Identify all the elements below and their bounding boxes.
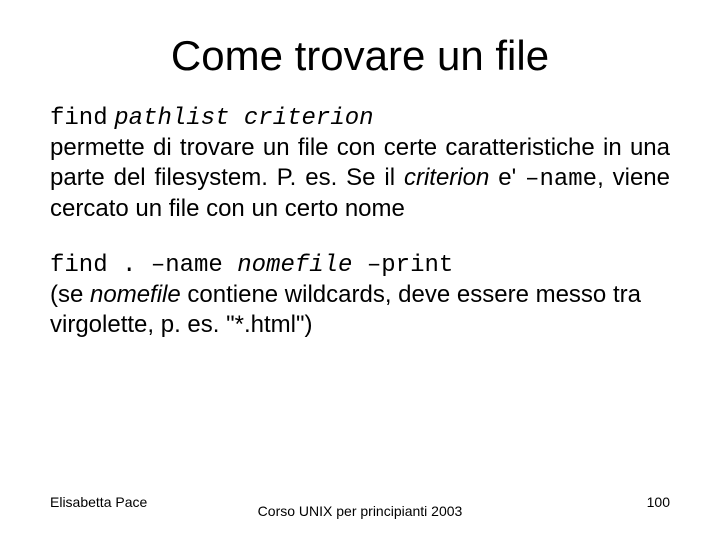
flag-name: –name [525,166,597,193]
criterion-word: criterion [404,164,489,191]
note-a: (se [50,281,90,308]
footer-course: Corso UNIX per principianti 2003 [0,503,720,520]
example-nomefile-1: nomefile [237,252,352,279]
slide-body: find pathlist criterion permette di trov… [0,102,720,339]
cmd-find: find [50,105,108,132]
paragraph-2: find . –name nomefile –print (se nomefil… [50,249,670,339]
footer-page-number: 100 [647,494,670,510]
slide-title: Come trovare un file [0,0,720,80]
cmd-args: pathlist criterion [114,105,373,132]
example-cmd-c: –print [352,252,453,279]
paragraph-1: find pathlist criterion permette di trov… [50,102,670,223]
example-cmd-a: find . –name [50,252,237,279]
desc-text-2: e' [489,164,525,191]
example-nomefile-2: nomefile [90,281,181,308]
slide: Come trovare un file find pathlist crite… [0,0,720,540]
